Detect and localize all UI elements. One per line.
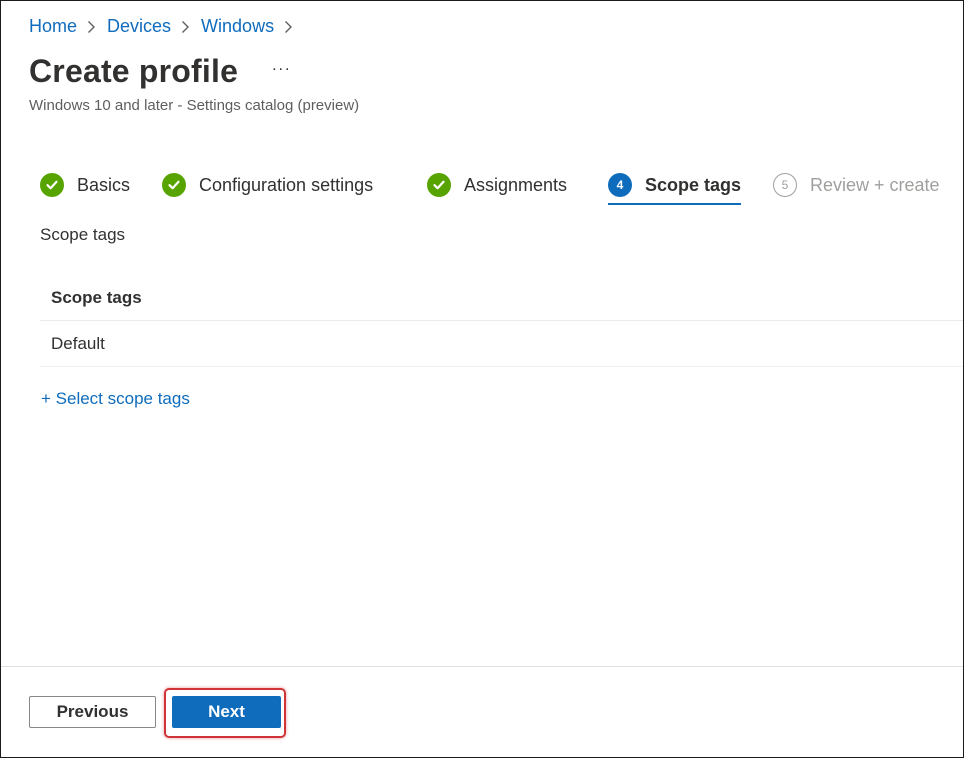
step-basics[interactable]: Basics [40,167,130,203]
step-configuration-settings[interactable]: Configuration settings [162,167,373,203]
next-button[interactable]: Next [172,696,281,728]
section-label: Scope tags [40,225,126,244]
step-number-badge: 4 [608,173,632,197]
title-row: Create profile ... [29,53,291,90]
step-scope-tags[interactable]: 4 Scope tags [608,167,742,205]
previous-button[interactable]: Previous [29,696,156,728]
breadcrumb-home[interactable]: Home [29,16,77,37]
breadcrumb-windows[interactable]: Windows [201,16,274,37]
chevron-right-icon [181,20,190,34]
checkmark-icon [427,173,451,197]
page-title: Create profile [29,53,239,89]
select-scope-tags-link[interactable]: + Select scope tags [41,389,190,409]
footer-bar: Previous Next [1,666,963,757]
breadcrumb-devices[interactable]: Devices [107,16,171,37]
step-assignments[interactable]: Assignments [427,167,567,203]
step-label: Scope tags [645,174,742,195]
chevron-right-icon [87,20,96,34]
scope-tags-table: Scope tags Default [40,275,963,367]
step-label: Configuration settings [199,174,374,195]
page-subtitle: Windows 10 and later - Settings catalog … [29,97,360,114]
table-header: Scope tags [40,275,963,321]
step-label: Review + create [810,174,940,195]
step-label: Assignments [464,174,568,195]
step-number-badge: 5 [773,173,797,197]
checkmark-icon [40,173,64,197]
step-review-create[interactable]: 5 Review + create [773,167,940,203]
table-row: Default [40,321,963,367]
app-window: Home Devices Windows Create profile ... … [0,0,964,758]
chevron-right-icon [284,20,293,34]
breadcrumb: Home Devices Windows [29,16,304,37]
step-label: Basics [77,174,131,195]
more-options-button[interactable]: ... [272,57,291,75]
checkmark-icon [162,173,186,197]
